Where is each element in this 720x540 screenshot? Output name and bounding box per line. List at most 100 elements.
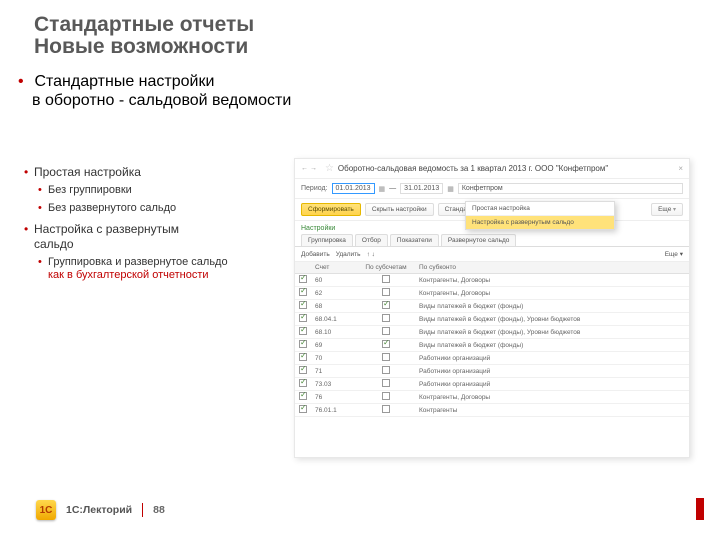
- subaccount-checkbox[interactable]: [382, 392, 390, 400]
- footer-label: 1С:Лекторий: [66, 504, 132, 516]
- table-row[interactable]: 76Контрагенты, Договоры: [295, 391, 689, 404]
- window-title: Оборотно-сальдовая ведомость за 1 кварта…: [338, 164, 608, 173]
- settings-tabs: Группировка Отбор Показатели Развернутое…: [295, 234, 689, 247]
- nav-arrows-icon[interactable]: ← →: [301, 165, 317, 172]
- tab-grouping[interactable]: Группировка: [301, 234, 353, 246]
- period-toolbar: Период: 01.01.2013 ▦ — 31.01.2013 ▦ Конф…: [295, 179, 689, 199]
- tab-extended-balance[interactable]: Развернутое сальдо: [441, 234, 516, 246]
- subaccount-checkbox[interactable]: [382, 301, 390, 309]
- table-row[interactable]: 76.01.1 Контрагенты: [295, 404, 689, 417]
- subaccount-checkbox[interactable]: [382, 340, 390, 348]
- row-checkbox[interactable]: [299, 392, 307, 400]
- row-checkbox[interactable]: [299, 353, 307, 361]
- right-accent-bar: [696, 498, 704, 520]
- row-checkbox[interactable]: [299, 327, 307, 335]
- more-button[interactable]: Еще: [651, 203, 683, 216]
- slide-title: Стандартные отчеты Новые возможности: [0, 0, 720, 58]
- table-row[interactable]: 68Виды платежей в бюджет (фонды): [295, 300, 689, 313]
- action-toolbar: Сформировать Скрыть настройки Стандартны…: [295, 199, 689, 221]
- cell-account: 76: [311, 392, 357, 403]
- cell-subconto: Работники организаций: [415, 353, 689, 364]
- table-row[interactable]: 73.03Работники организаций: [295, 378, 689, 391]
- col-subaccount: По субсчетам: [357, 262, 415, 273]
- sub-bullet-no-balance: Без развернутого сальдо: [48, 202, 279, 216]
- subaccount-checkbox[interactable]: [382, 275, 390, 283]
- tab-filter[interactable]: Отбор: [355, 234, 388, 246]
- table-row[interactable]: 70 Работники организаций: [295, 352, 689, 365]
- grid-body: 60Контрагенты, Договоры62 Контрагенты, До…: [295, 274, 689, 417]
- app-screenshot: ← → ☆ Оборотно-сальдовая ведомость за 1 …: [294, 158, 690, 458]
- logo-1c: 1C: [36, 500, 56, 520]
- cell-account: 69: [311, 340, 357, 351]
- row-checkbox[interactable]: [299, 275, 307, 283]
- calendar-icon[interactable]: ▦: [447, 185, 454, 193]
- table-row[interactable]: 69 Виды платежей в бюджет (фонды): [295, 339, 689, 352]
- row-checkbox[interactable]: [299, 379, 307, 387]
- delete-button[interactable]: Удалить: [336, 251, 361, 258]
- sub-bullet-grouping: Группировка и развернутое сальдокак в бу…: [48, 256, 279, 284]
- subaccount-checkbox[interactable]: [382, 379, 390, 387]
- star-icon[interactable]: ☆: [325, 163, 334, 174]
- cell-subconto: Работники организаций: [415, 379, 689, 390]
- subaccount-checkbox[interactable]: [382, 353, 390, 361]
- table-row[interactable]: 68.10 Виды платежей в бюджет (фонды), Уро…: [295, 326, 689, 339]
- row-checkbox[interactable]: [299, 301, 307, 309]
- cell-subconto: Контрагенты, Договоры: [415, 288, 689, 299]
- period-label: Период:: [301, 185, 328, 192]
- cell-account: 71: [311, 366, 357, 377]
- org-select[interactable]: Конфетпром: [458, 183, 683, 194]
- cell-subconto: Виды платежей в бюджет (фонды), Уровни б…: [415, 327, 689, 338]
- dd-extended-option[interactable]: Настройка с развернутым сальдо: [466, 215, 614, 229]
- date-from-input[interactable]: 01.01.2013: [332, 183, 375, 194]
- sub-bullet-no-group: Без группировки: [48, 184, 279, 198]
- cell-account: 62: [311, 288, 357, 299]
- table-row[interactable]: 68.04.1 Виды платежей в бюджет (фонды), У…: [295, 313, 689, 326]
- footer: 1C 1С:Лекторий 88: [36, 500, 165, 520]
- settings-dropdown: Простая настройка Настройка с развернуты…: [465, 201, 615, 230]
- table-row[interactable]: 62 Контрагенты, Договоры: [295, 287, 689, 300]
- dd-simple-option[interactable]: Простая настройка: [466, 202, 614, 215]
- cell-subconto: Виды платежей в бюджет (фонды): [415, 301, 689, 312]
- subaccount-checkbox[interactable]: [382, 288, 390, 296]
- title-line-2: Новые возможности: [34, 36, 720, 58]
- subaccount-checkbox[interactable]: [382, 327, 390, 335]
- cell-account: 68.04.1: [311, 314, 357, 325]
- cell-account: 76.01.1: [311, 405, 357, 416]
- calendar-icon[interactable]: ▦: [379, 185, 386, 193]
- grid-more-button[interactable]: Еще ▾: [665, 250, 683, 258]
- row-checkbox[interactable]: [299, 366, 307, 374]
- up-down-icon[interactable]: ↑ ↓: [367, 251, 375, 258]
- page-number: 88: [153, 504, 165, 516]
- table-row[interactable]: 71 Работники организаций: [295, 365, 689, 378]
- add-button[interactable]: Добавить: [301, 251, 330, 258]
- col-account: Счет: [311, 262, 357, 273]
- cell-subconto: Работники организаций: [415, 366, 689, 377]
- cell-subconto: Виды платежей в бюджет (фонды), Уровни б…: [415, 314, 689, 325]
- subaccount-checkbox[interactable]: [382, 405, 390, 413]
- table-row[interactable]: 60Контрагенты, Договоры: [295, 274, 689, 287]
- cell-account: 70: [311, 353, 357, 364]
- grid-header: Счет По субсчетам По субконто: [295, 262, 689, 274]
- cell-subconto: Контрагенты: [415, 405, 689, 416]
- left-column: Простая настройка Без группировки Без ра…: [34, 165, 279, 287]
- tab-indicators[interactable]: Показатели: [390, 234, 439, 246]
- row-checkbox[interactable]: [299, 405, 307, 413]
- subaccount-checkbox[interactable]: [382, 366, 390, 374]
- cell-subconto: Виды платежей в бюджет (фонды): [415, 340, 689, 351]
- date-to-input[interactable]: 31.01.2013: [400, 183, 443, 194]
- window-header: ← → ☆ Оборотно-сальдовая ведомость за 1 …: [295, 159, 689, 179]
- row-checkbox[interactable]: [299, 314, 307, 322]
- row-checkbox[interactable]: [299, 340, 307, 348]
- col-subconto: По субконто: [415, 262, 689, 273]
- row-checkbox[interactable]: [299, 288, 307, 296]
- bullet-extended: Настройка с развернутымсальдо: [34, 222, 279, 252]
- cell-account: 60: [311, 275, 357, 286]
- form-button[interactable]: Сформировать: [301, 203, 361, 216]
- hide-settings-button[interactable]: Скрыть настройки: [365, 203, 434, 216]
- slide-subtitle: Стандартные настройки в оборотно - сальд…: [0, 58, 720, 110]
- cell-account: 68.10: [311, 327, 357, 338]
- title-line-1: Стандартные отчеты: [34, 14, 720, 36]
- subaccount-checkbox[interactable]: [382, 314, 390, 322]
- footer-separator: [142, 503, 143, 517]
- close-icon[interactable]: ×: [678, 164, 683, 173]
